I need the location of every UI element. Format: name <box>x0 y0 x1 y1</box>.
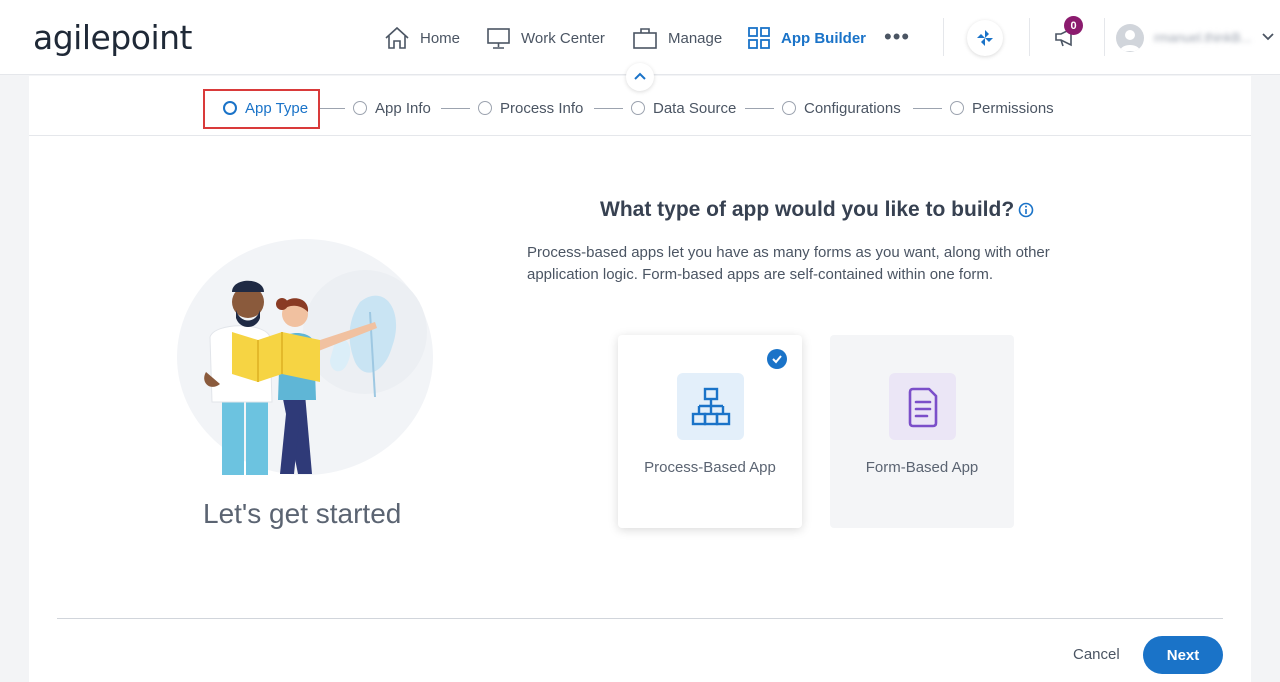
notification-count-badge: 0 <box>1064 16 1083 35</box>
step-indicator <box>478 101 492 115</box>
user-menu-toggle[interactable] <box>1262 30 1274 48</box>
step-label: Process Info <box>500 99 584 117</box>
step-app-info[interactable]: App Info <box>353 98 431 118</box>
step-connector <box>745 108 774 109</box>
lets-get-started-caption: Let's get started <box>203 498 402 529</box>
step-indicator <box>950 101 964 115</box>
form-based-app-option[interactable]: Form-Based App <box>830 335 1014 528</box>
step-configurations[interactable]: Configurations <box>782 98 901 118</box>
agilepoint-logo[interactable]: agilepoint <box>33 18 192 57</box>
stepper-divider <box>29 135 1251 136</box>
step-indicator <box>353 101 367 115</box>
nav-home[interactable]: Home <box>384 24 460 52</box>
process-based-app-option[interactable]: Process-Based App <box>618 335 802 528</box>
team-map-illustration <box>177 239 433 475</box>
step-label: Data Source <box>653 99 737 117</box>
selected-check-icon <box>767 349 787 369</box>
step-label: Configurations <box>804 99 901 117</box>
step-app-type[interactable]: App Type <box>223 98 308 118</box>
step-connector <box>318 108 345 109</box>
step-indicator <box>782 101 796 115</box>
step-process-info[interactable]: Process Info <box>478 98 583 118</box>
footer-divider <box>57 618 1223 619</box>
nav-divider <box>1029 18 1030 56</box>
monitor-icon <box>487 28 510 49</box>
info-icon[interactable] <box>1018 202 1034 223</box>
nav-app-builder-label: App Builder <box>781 29 866 47</box>
step-indicator <box>223 101 237 115</box>
collapse-header-button[interactable] <box>626 63 654 91</box>
next-button[interactable]: Next <box>1143 636 1223 674</box>
chevron-up-icon <box>634 72 646 80</box>
step-connector <box>441 108 470 109</box>
step-connector <box>594 108 623 109</box>
nav-divider <box>1104 18 1105 56</box>
nav-divider <box>943 18 944 56</box>
nav-app-builder[interactable]: App Builder <box>747 24 866 52</box>
user-name[interactable]: rmanuel.thinkB... <box>1154 30 1252 45</box>
nav-home-label: Home <box>420 29 461 47</box>
step-data-source[interactable]: Data Source <box>631 98 736 118</box>
ai-assistant-button[interactable] <box>967 20 1003 56</box>
step-permissions[interactable]: Permissions <box>950 98 1054 118</box>
nav-work-center-label: Work Center <box>521 29 605 47</box>
user-avatar[interactable] <box>1116 24 1144 52</box>
nav-manage-label: Manage <box>668 29 723 47</box>
chevron-down-icon <box>1262 33 1274 41</box>
grid-icon <box>748 27 770 49</box>
nav-manage[interactable]: Manage <box>632 24 722 52</box>
briefcase-icon <box>633 28 657 49</box>
nav-work-center[interactable]: Work Center <box>486 24 605 52</box>
step-indicator <box>631 101 645 115</box>
app-type-description: Process-based apps let you have as many … <box>527 244 1050 283</box>
step-label: App Info <box>375 99 431 117</box>
step-label: App Type <box>245 99 309 117</box>
step-label: Permissions <box>972 99 1054 117</box>
option-label: Form-Based App <box>865 459 979 476</box>
option-label: Process-Based App <box>644 459 776 476</box>
user-icon <box>1120 30 1140 51</box>
process-diagram-icon <box>677 373 744 440</box>
pinwheel-icon <box>977 30 993 46</box>
more-menu-button[interactable]: ••• <box>884 26 910 48</box>
home-icon <box>385 26 409 49</box>
form-document-icon <box>889 373 956 440</box>
step-connector <box>913 108 942 109</box>
app-type-question: What type of app would you like to build… <box>600 198 1015 221</box>
cancel-button[interactable]: Cancel <box>1073 646 1120 663</box>
